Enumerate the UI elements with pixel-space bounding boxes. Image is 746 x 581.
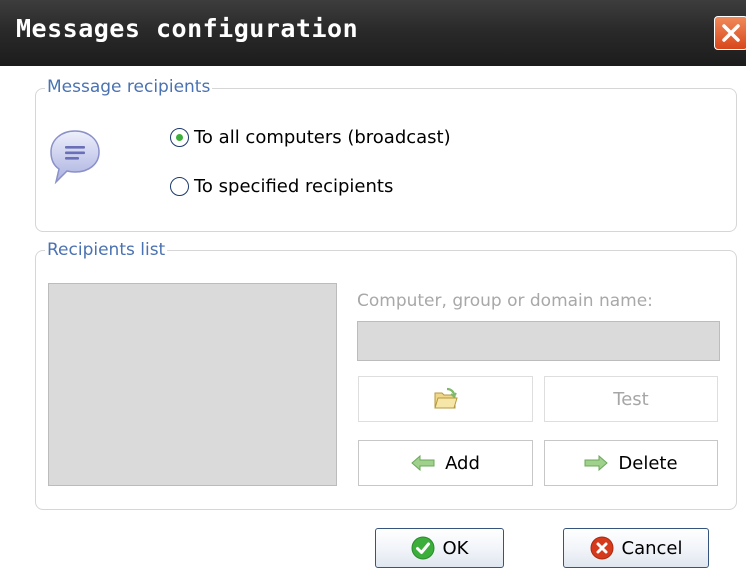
delete-button[interactable]: Delete xyxy=(544,440,718,486)
cancel-icon xyxy=(590,536,613,560)
cancel-button-label: Cancel xyxy=(621,537,683,559)
recipient-name-input[interactable] xyxy=(357,321,720,361)
dialog-body: Message recipients To all computers (bro… xyxy=(0,66,746,581)
folder-icon xyxy=(433,387,458,409)
radio-broadcast-indicator[interactable] xyxy=(170,128,189,147)
add-button-label: Add xyxy=(445,452,480,474)
messages-configuration-dialog: Messages configuration Message recipient… xyxy=(0,0,746,581)
add-button[interactable]: Add xyxy=(358,440,533,486)
recipients-listbox[interactable] xyxy=(48,283,337,486)
recipient-name-label: Computer, group or domain name: xyxy=(357,291,653,311)
recipients-list-legend: Recipients list xyxy=(45,240,168,260)
radio-specified-indicator[interactable] xyxy=(170,177,189,196)
test-button[interactable]: Test xyxy=(544,376,718,422)
radio-broadcast-label: To all computers (broadcast) xyxy=(194,127,451,148)
title-bar[interactable]: Messages configuration xyxy=(0,0,746,66)
message-recipients-legend: Message recipients xyxy=(45,77,213,97)
ok-button[interactable]: OK xyxy=(375,528,504,568)
arrow-right-icon xyxy=(584,455,609,471)
arrow-left-icon xyxy=(411,455,435,471)
radio-specified-label: To specified recipients xyxy=(194,176,394,197)
close-icon xyxy=(722,24,740,42)
checkmark-icon xyxy=(411,536,434,560)
close-button[interactable] xyxy=(714,16,746,50)
ok-button-label: OK xyxy=(442,537,469,559)
browse-button[interactable] xyxy=(358,376,533,422)
delete-button-label: Delete xyxy=(618,452,678,474)
test-button-label: Test xyxy=(613,388,649,410)
speech-bubble-icon xyxy=(48,127,102,187)
cancel-button[interactable]: Cancel xyxy=(563,528,709,568)
message-recipients-group xyxy=(35,88,737,232)
window-title: Messages configuration xyxy=(16,14,359,43)
radio-broadcast[interactable]: To all computers (broadcast) xyxy=(170,127,451,148)
radio-specified[interactable]: To specified recipients xyxy=(170,176,393,197)
